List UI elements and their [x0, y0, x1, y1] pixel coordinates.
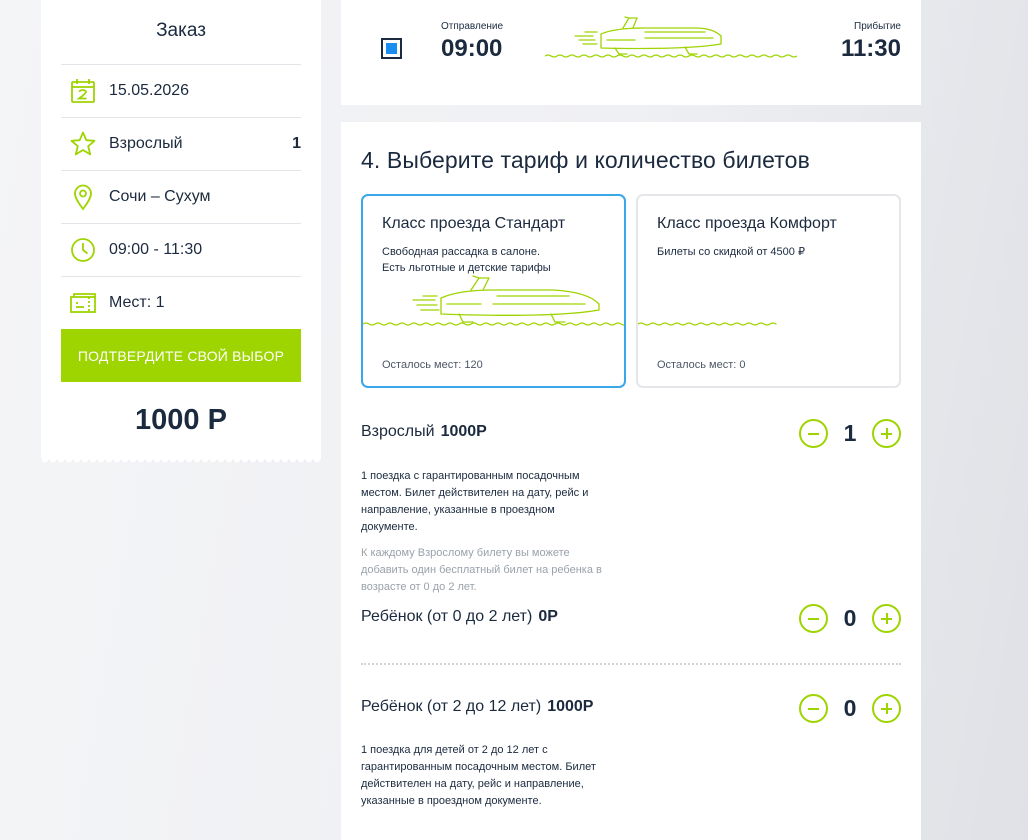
location-pin-icon [69, 183, 97, 211]
tariff-section-title: 4. Выберите тариф и количество билетов [361, 147, 810, 173]
order-date-row: 15.05.2026 [61, 64, 301, 117]
hydrofoil-boat-icon [363, 275, 624, 326]
order-route: Сочи – Сухум [109, 188, 211, 205]
clock-icon [69, 236, 97, 264]
order-passenger-count: 1 [292, 135, 301, 152]
order-time: 09:00 - 11:30 [109, 241, 203, 258]
description-line: 1 поездка с гарантированным посадочным [361, 470, 580, 482]
adult-infant-note: К каждому Взрослому билету вы можете доб… [361, 545, 602, 596]
order-date: 15.05.2026 [109, 82, 190, 99]
tariff-section: 4. Выберите тариф и количество билетов К… [341, 122, 921, 840]
order-seats-row: Мест: 1 [61, 276, 301, 329]
passenger-label: Взрослый 1000Р [361, 423, 487, 441]
class-name: Класс проезда Комфорт [657, 215, 837, 232]
class-seats-left: Осталось мест: 0 [657, 359, 746, 371]
description-line: документе. [361, 521, 418, 533]
passenger-row-infant: Ребёнок (от 0 до 2 лет) 0Р 0 [361, 604, 901, 634]
adult-quantity-stepper: 1 [799, 419, 901, 449]
description-line: указанные в проездном документе. [361, 795, 542, 807]
increase-button[interactable] [872, 694, 901, 723]
order-route-row: Сочи – Сухум [61, 170, 301, 223]
order-seats: Мест: 1 [109, 294, 165, 311]
class-name: Класс проезда Стандарт [382, 215, 566, 232]
decrease-button[interactable] [799, 694, 828, 723]
note-line: возрасте от 0 до 2 лет. [361, 581, 477, 593]
order-passenger-type: Взрослый [109, 135, 183, 152]
water-waves-decoration [638, 322, 777, 326]
child-description: 1 поездка для детей от 2 до 12 лет с гар… [361, 742, 596, 810]
trip-select-checkbox[interactable] [381, 38, 402, 59]
class-description-line: Билеты со скидкой от 4500 ₽ [657, 246, 805, 258]
decrease-button[interactable] [799, 604, 828, 633]
class-seats-left: Осталось мест: 120 [382, 359, 483, 371]
class-card-standard[interactable]: Класс проезда Стандарт Свободная рассадк… [361, 194, 626, 388]
passenger-label: Ребёнок (от 2 до 12 лет) 1000Р [361, 698, 593, 716]
passenger-row-child: Ребёнок (от 2 до 12 лет) 1000Р 0 [361, 694, 901, 724]
class-card-comfort[interactable]: Класс проезда Комфорт Билеты со скидкой … [636, 194, 901, 388]
increase-button[interactable] [872, 419, 901, 448]
class-description: Свободная рассадка в салоне. Есть льготн… [382, 244, 602, 276]
hydrofoil-boat-icon [545, 16, 797, 58]
child-quantity-stepper: 0 [799, 694, 901, 724]
description-line: 1 поездка для детей от 2 до 12 лет с [361, 744, 548, 756]
confirm-selection-button[interactable]: ПОДТВЕРДИТЕ СВОЙ ВЫБОР [61, 329, 301, 382]
order-title: Заказ [156, 20, 206, 41]
note-line: добавить один бесплатный билет на ребенк… [361, 564, 602, 576]
trip-card: Отправление 09:00 Прибытие 11:30 [341, 0, 921, 105]
passenger-label: Ребёнок (от 0 до 2 лет) 0Р [361, 608, 558, 626]
ticket-icon [69, 289, 97, 317]
passenger-price: 1000Р [440, 423, 487, 440]
order-passenger-row: Взрослый 1 [61, 117, 301, 170]
infant-quantity-stepper: 0 [799, 604, 901, 634]
note-line: К каждому Взрослому билету вы можете [361, 547, 570, 559]
passenger-price: 0Р [538, 608, 558, 625]
passenger-type: Ребёнок (от 2 до 12 лет) [361, 698, 542, 715]
decrease-button[interactable] [799, 419, 828, 448]
departure-time: 09:00 [441, 35, 503, 62]
calendar-icon [69, 77, 97, 105]
order-time-row: 09:00 - 11:30 [61, 223, 301, 276]
class-description-line: Свободная рассадка в салоне. [382, 246, 541, 258]
order-summary-card: Заказ 15.05.2026 Взрослый 1 Сочи – Сухум… [41, 0, 321, 465]
departure-label: Отправление [441, 21, 504, 32]
checkbox-check-mark [386, 43, 397, 54]
description-line: направление, указанные в проездном [361, 504, 555, 516]
adult-description: 1 поездка с гарантированным посадочным м… [361, 468, 588, 536]
description-line: гарантированным посадочным местом. Билет [361, 761, 596, 773]
passenger-row-adult: Взрослый 1000Р 1 [361, 419, 901, 449]
star-icon [69, 130, 97, 158]
section-divider [361, 663, 901, 665]
quantity-value: 0 [843, 605, 857, 631]
passenger-price: 1000Р [547, 698, 594, 715]
increase-button[interactable] [872, 604, 901, 633]
passenger-type: Ребёнок (от 0 до 2 лет) [361, 608, 533, 625]
arrival-time: 11:30 [840, 35, 901, 62]
arrival-label: Прибытие [854, 21, 901, 32]
quantity-value: 1 [843, 420, 857, 446]
quantity-value: 0 [843, 695, 857, 721]
description-line: местом. Билет действителен на дату, рейс… [361, 487, 589, 499]
order-total-price: 1000 Р [135, 404, 227, 436]
description-line: действителен на дату, рейс и направление… [361, 778, 584, 790]
class-description: Билеты со скидкой от 4500 ₽ [657, 244, 877, 260]
passenger-type: Взрослый [361, 423, 435, 440]
